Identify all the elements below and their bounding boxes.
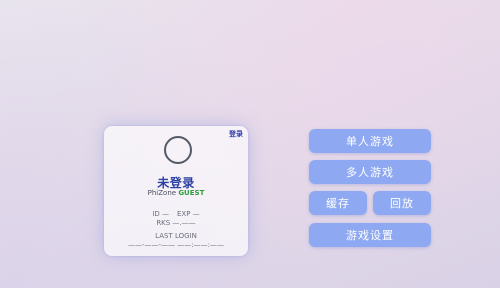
brand-name: PhiZone [147,189,177,197]
replay-button[interactable]: 回放 [373,191,431,215]
id-stat: ID — [152,210,169,218]
brand-status-line: PhiZone GUEST [104,189,248,197]
last-login-label: LAST LOGIN [155,232,197,240]
stats-block: ID — EXP — RKS —.—— [104,210,248,228]
profile-card: 登录 未登录 PhiZone GUEST ID — EXP — RKS —.—— … [104,126,248,256]
exp-stat: EXP — [177,210,200,218]
cache-button[interactable]: 缓存 [309,191,367,215]
rks-stat: RKS —.—— [156,219,196,227]
login-link[interactable]: 登录 [229,129,243,139]
avatar[interactable] [164,136,192,164]
game-settings-button[interactable]: 游戏设置 [309,223,431,247]
multi-player-button[interactable]: 多人游戏 [309,160,431,184]
last-login-block: LAST LOGIN ——-——-—— ——:——:—— [104,232,248,250]
guest-badge: GUEST [178,189,205,197]
single-player-button[interactable]: 单人游戏 [309,129,431,153]
last-login-value: ——-——-—— ——:——:—— [128,241,224,249]
